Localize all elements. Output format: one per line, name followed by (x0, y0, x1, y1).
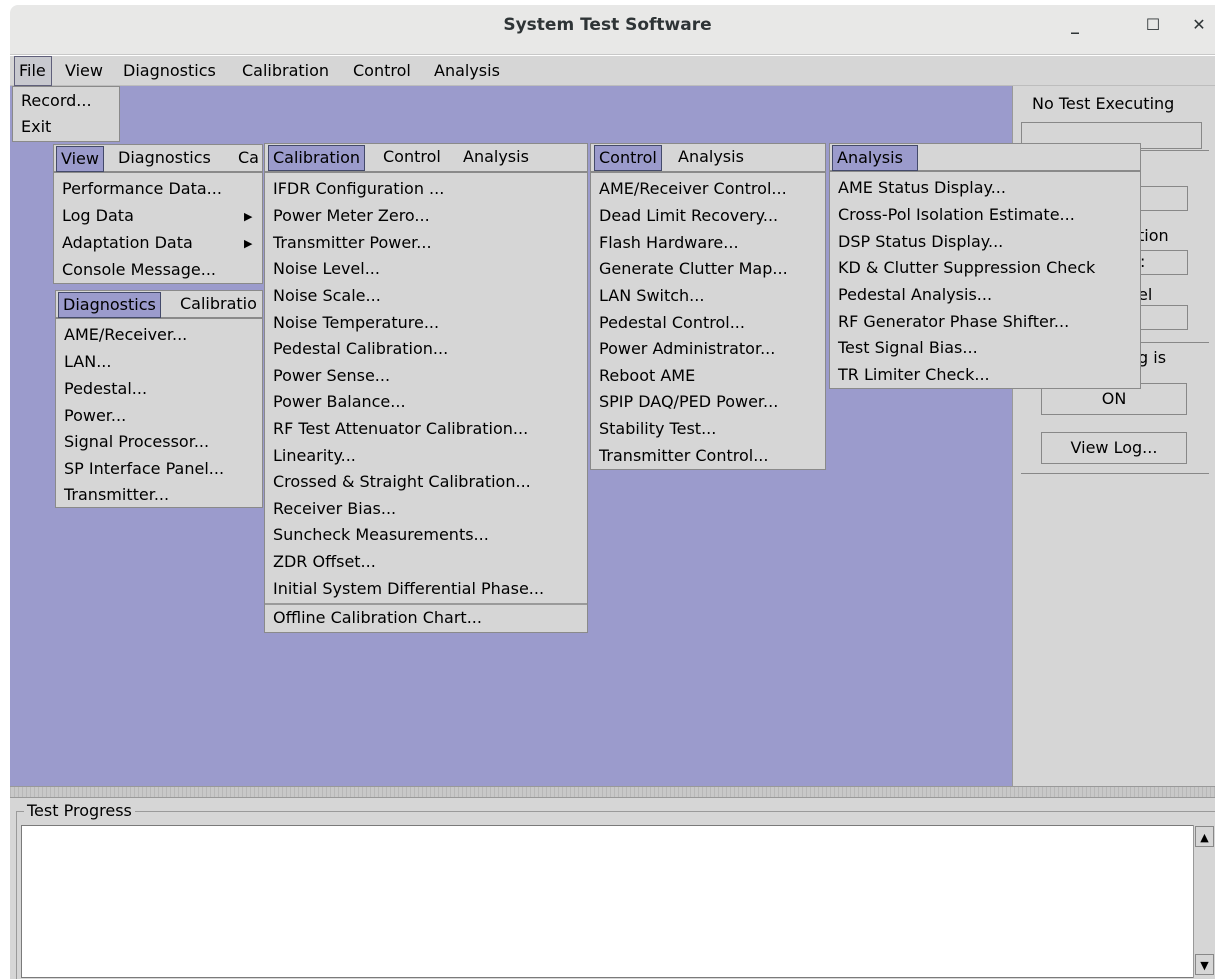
menu-item-reboot-ame[interactable]: Reboot AME (599, 363, 695, 389)
file-menu: Record... Exit (12, 86, 120, 142)
scroll-down-icon[interactable]: ▼ (1195, 954, 1214, 975)
menu-item-lan-switch[interactable]: LAN Switch... (599, 283, 704, 309)
diagnostics-menu: AME/Receiver... LAN... Pedestal... Power… (55, 318, 263, 508)
menu-item-lan[interactable]: LAN... (64, 349, 111, 375)
control-menu: AME/Receiver Control... Dead Limit Recov… (590, 172, 826, 470)
menu-item-pedestal-calibration[interactable]: Pedestal Calibration... (273, 336, 448, 362)
control-header-control[interactable]: Control (594, 145, 662, 171)
menu-control[interactable]: Control (353, 56, 411, 86)
menu-item-power-balance[interactable]: Power Balance... (273, 389, 406, 415)
menu-item-receiver-bias[interactable]: Receiver Bias... (273, 496, 396, 522)
control-menu-header: Control Analysis (590, 143, 826, 172)
scroll-up-icon[interactable]: ▲ (1195, 826, 1214, 847)
submenu-arrow-icon: ▶ (244, 210, 253, 223)
view-menu-header: View Diagnostics Ca (53, 144, 263, 172)
menu-bar: File View Diagnostics Calibration Contro… (10, 56, 1215, 86)
submenu-arrow-icon: ▶ (244, 237, 253, 250)
diag-header-calibration[interactable]: Calibratio (176, 292, 261, 318)
minimize-button[interactable]: _ (1064, 14, 1086, 36)
cal-header-analysis[interactable]: Analysis (459, 145, 533, 171)
menu-item-ame-receiver-control[interactable]: AME/Receiver Control... (599, 176, 787, 202)
menu-item-noise-scale[interactable]: Noise Scale... (273, 283, 381, 309)
menu-item-pedestal[interactable]: Pedestal... (64, 376, 147, 402)
view-header-view[interactable]: View (56, 146, 104, 172)
menu-item-generate-clutter-map[interactable]: Generate Clutter Map... (599, 256, 788, 282)
menu-item-dead-limit-recovery[interactable]: Dead Limit Recovery... (599, 203, 778, 229)
menu-item-transmitter-control[interactable]: Transmitter Control... (599, 443, 768, 469)
menu-item-tr-limiter-check[interactable]: TR Limiter Check... (838, 362, 990, 388)
menu-item-noise-temperature[interactable]: Noise Temperature... (273, 310, 439, 336)
menu-item-exit[interactable]: Exit (21, 114, 51, 140)
calibration-menu: IFDR Configuration ... Power Meter Zero.… (264, 172, 588, 633)
view-log-button[interactable]: View Log... (1041, 432, 1187, 464)
menu-item-rf-generator-phase-shifter[interactable]: RF Generator Phase Shifter... (838, 309, 1069, 335)
menu-item-power-administrator[interactable]: Power Administrator... (599, 336, 775, 362)
menu-item-pedestal-control[interactable]: Pedestal Control... (599, 310, 745, 336)
maximize-button[interactable]: ☐ (1142, 14, 1164, 36)
menu-file[interactable]: File (14, 56, 52, 86)
calibration-menu-header: Calibration Control Analysis (264, 143, 588, 172)
diag-header-diagnostics[interactable]: Diagnostics (58, 292, 161, 318)
analysis-header-analysis[interactable]: Analysis (832, 145, 918, 171)
menu-item-power[interactable]: Power... (64, 403, 126, 429)
test-progress-log[interactable] (21, 825, 1214, 978)
menu-item-dsp-status-display[interactable]: DSP Status Display... (838, 229, 1003, 255)
test-progress-label: Test Progress (24, 801, 135, 821)
menu-item-power-sense[interactable]: Power Sense... (273, 363, 390, 389)
menu-calibration[interactable]: Calibration (242, 56, 329, 86)
menu-item-performance-data[interactable]: Performance Data... (62, 176, 222, 202)
test-status-label: No Test Executing (1032, 94, 1175, 113)
menu-item-ifdr-configuration[interactable]: IFDR Configuration ... (273, 176, 444, 202)
view-header-calibration[interactable]: Ca (234, 146, 263, 172)
menu-item-rf-test-attenuator-calibration[interactable]: RF Test Attenuator Calibration... (273, 416, 528, 442)
menu-item-zdr-offset[interactable]: ZDR Offset... (273, 549, 376, 575)
split-pane-divider[interactable] (10, 786, 1215, 798)
panel-field-3 (1138, 305, 1188, 330)
panel-field-1 (1138, 186, 1188, 211)
analysis-menu: AME Status Display... Cross-Pol Isolatio… (829, 171, 1141, 389)
menu-item-offline-calibration-chart[interactable]: Offline Calibration Chart... (273, 605, 482, 631)
cal-header-control[interactable]: Control (379, 145, 445, 171)
menu-item-initial-system-differential-phase[interactable]: Initial System Differential Phase... (273, 576, 544, 602)
panel-field-2 (1138, 250, 1188, 275)
menu-diagnostics[interactable]: Diagnostics (123, 56, 216, 86)
menu-item-stability-test[interactable]: Stability Test... (599, 416, 716, 442)
menu-item-sp-interface-panel[interactable]: SP Interface Panel... (64, 456, 224, 482)
close-button[interactable]: ✕ (1188, 14, 1210, 36)
menu-item-record[interactable]: Record... (21, 88, 92, 114)
menu-view[interactable]: View (65, 56, 103, 86)
menu-item-transmitter[interactable]: Transmitter... (64, 482, 169, 508)
menu-item-noise-level[interactable]: Noise Level... (273, 256, 380, 282)
menu-item-signal-processor[interactable]: Signal Processor... (64, 429, 209, 455)
menu-item-test-signal-bias[interactable]: Test Signal Bias... (838, 335, 978, 361)
view-menu: Performance Data... Log Data ▶ Adaptatio… (53, 172, 263, 284)
panel-label-partial-1: tion (1138, 226, 1169, 245)
diagnostics-menu-header: Diagnostics Calibratio (55, 290, 263, 318)
vertical-scrollbar[interactable]: ▲ ▼ (1193, 825, 1214, 978)
menu-item-console-message[interactable]: Console Message... (62, 257, 216, 283)
menu-item-transmitter-power[interactable]: Transmitter Power... (273, 230, 432, 256)
menu-item-ame-receiver[interactable]: AME/Receiver... (64, 322, 187, 348)
panel-divider-3 (1021, 473, 1209, 474)
menu-item-linearity[interactable]: Linearity... (273, 443, 356, 469)
menu-item-spip-daq-ped-power[interactable]: SPIP DAQ/PED Power... (599, 389, 778, 415)
analysis-menu-header: Analysis (829, 143, 1141, 171)
menu-item-cross-pol-isolation-estimate[interactable]: Cross-Pol Isolation Estimate... (838, 202, 1075, 228)
menu-item-adaptation-data[interactable]: Adaptation Data (62, 230, 193, 256)
menu-item-log-data[interactable]: Log Data (62, 203, 134, 229)
menu-item-pedestal-analysis[interactable]: Pedestal Analysis... (838, 282, 992, 308)
panel-label-partial-3: g is (1138, 348, 1167, 367)
menu-item-crossed-straight-calibration[interactable]: Crossed & Straight Calibration... (273, 469, 531, 495)
menu-item-kd-clutter-suppression-check[interactable]: KD & Clutter Suppression Check (838, 255, 1095, 281)
control-header-analysis[interactable]: Analysis (674, 145, 748, 171)
menu-item-power-meter-zero[interactable]: Power Meter Zero... (273, 203, 430, 229)
menu-item-suncheck-measurements[interactable]: Suncheck Measurements... (273, 522, 489, 548)
menu-item-ame-status-display[interactable]: AME Status Display... (838, 175, 1006, 201)
view-header-diagnostics[interactable]: Diagnostics (114, 146, 215, 172)
window-title: System Test Software (503, 15, 712, 35)
menu-analysis[interactable]: Analysis (434, 56, 500, 86)
menu-item-flash-hardware[interactable]: Flash Hardware... (599, 230, 739, 256)
cal-header-calibration[interactable]: Calibration (268, 145, 366, 171)
